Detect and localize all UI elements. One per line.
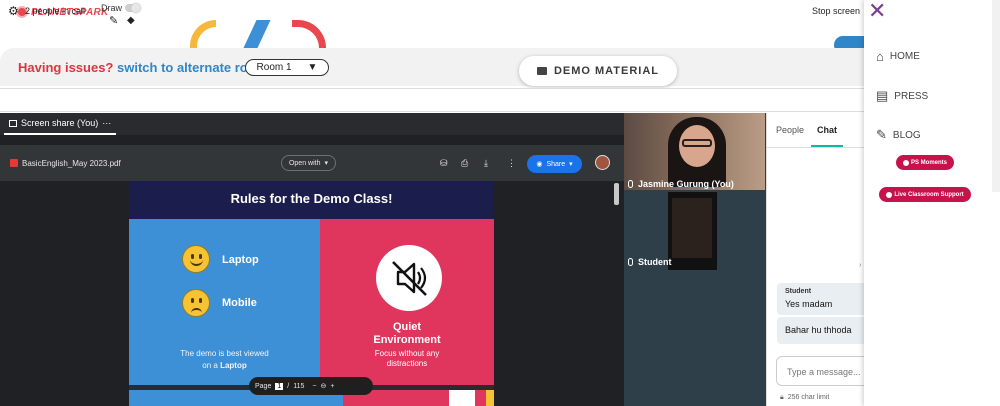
draw-label: Draw — [101, 3, 123, 13]
tab-people[interactable]: People — [776, 125, 804, 135]
open-with-caret-icon: ▾ — [324, 160, 329, 167]
chat-message-sender: Student — [785, 288, 812, 295]
page-label: Page — [255, 382, 272, 390]
ps-moments-button[interactable]: PS Moments — [896, 155, 954, 170]
lock-icon: 🔒︎ — [780, 394, 784, 401]
nav-item-label: PRESS — [894, 90, 929, 102]
zoom-in-button[interactable]: + — [330, 383, 334, 390]
total-pages: 115 — [293, 382, 305, 390]
chat-message-text: Bahar hu thhoda — [785, 325, 852, 335]
ps-moments-label: PS Moments — [910, 159, 947, 166]
share-caret-icon: ▾ — [569, 161, 573, 168]
tab-chat[interactable]: Chat — [817, 125, 837, 135]
student-video-frame — [672, 198, 712, 258]
demo-note-line1: The demo is best viewed — [180, 349, 269, 358]
participant-name-student: Student — [628, 257, 672, 267]
char-limit: 🔒︎ 256 char limit — [780, 394, 829, 402]
more-vert-icon[interactable]: ⋮ — [507, 158, 516, 169]
quiet-note: Focus without any distractions — [320, 349, 494, 369]
side-menu-strip — [992, 0, 1000, 192]
next-slide-white — [449, 390, 475, 406]
room-select-value: Room 1 — [256, 62, 292, 73]
demo-material-button[interactable]: DEMO MATERIAL — [519, 56, 677, 86]
add-to-drive-icon[interactable]: ⛁ — [440, 158, 448, 169]
account-avatar[interactable] — [595, 155, 610, 170]
globe-icon: ◉ — [536, 161, 543, 168]
draw-toggle[interactable] — [125, 3, 141, 13]
chat-message-input[interactable]: Type a message... — [776, 356, 866, 386]
char-limit-label: 256 char limit — [787, 394, 830, 401]
zoom-icon[interactable]: ⊖ — [320, 382, 326, 390]
glasses — [682, 139, 712, 147]
live-classroom-support-button[interactable]: Live Classroom Support — [879, 187, 971, 202]
sad-face-icon — [182, 289, 210, 317]
gear-icon[interactable]: ⚙ — [8, 4, 19, 18]
mic-icon — [628, 258, 633, 266]
open-with-label: Open with — [288, 159, 321, 167]
nav-item-label: HOME — [889, 51, 920, 62]
live-classroom-support-label: Live Classroom Support — [894, 191, 964, 198]
mic-icon — [628, 180, 633, 188]
happy-face-icon — [182, 245, 210, 273]
page-navigation-bar: Page 1 / 115 − ⊖ + — [249, 377, 373, 395]
demo-note-prefix: on a — [202, 361, 218, 370]
call-header — [0, 88, 866, 112]
next-slide-yellow — [486, 390, 494, 406]
quiet-line1: Quiet — [392, 321, 422, 333]
room-select[interactable]: Room 1 ▼ — [245, 59, 329, 76]
nav-item-press[interactable]: ▤ PRESS — [876, 88, 928, 104]
people-count: 2 people in call — [25, 6, 86, 16]
pencil-tool-icon[interactable]: ✎ — [109, 14, 118, 27]
pdf-file-icon — [10, 159, 18, 167]
eraser-tool-icon[interactable]: ◆ — [127, 15, 135, 26]
stop-screen-button[interactable]: Stop screen — [812, 6, 860, 16]
folder-icon — [536, 67, 547, 75]
nav-item-home[interactable]: ⌂ HOME — [876, 49, 920, 64]
slide-title: Rules for the Demo Class! — [230, 191, 393, 206]
nav-item-label: BLOG — [892, 129, 921, 141]
dropdown-arrow-icon: ▼ — [307, 62, 318, 73]
home-icon: ⌂ — [876, 49, 884, 64]
nav-item-blog[interactable]: ✎ BLOG — [876, 127, 921, 143]
issues-prefix: Having issues? — [18, 60, 114, 75]
participant-name-teacher: Jasmine Gurung (You) — [628, 179, 734, 189]
close-icon[interactable]: ✕ — [868, 0, 886, 22]
more-options-icon[interactable]: ··· — [102, 118, 111, 128]
screen-share-tab[interactable]: Screen share (You) ··· — [9, 118, 111, 128]
open-with-button[interactable]: Open with ▾ — [281, 155, 336, 171]
quiet-note-line2: distractions — [386, 359, 428, 368]
laptop-label: Laptop — [222, 254, 259, 266]
mobile-label: Mobile — [222, 297, 257, 309]
print-icon[interactable]: ⎙ — [461, 158, 468, 169]
quiet-note-line1: Focus without any — [374, 349, 440, 358]
newspaper-icon: ▤ — [876, 88, 889, 103]
mute-speaker-icon — [376, 245, 442, 311]
pdf-file-name: BasicEnglish_May 2023.pdf — [22, 159, 121, 168]
share-button[interactable]: ◉ Share ▾ — [527, 155, 582, 173]
tab-underline — [4, 133, 116, 135]
participant-name-label: Jasmine Gurung (You) — [638, 179, 734, 189]
play-icon — [886, 191, 893, 198]
scroll-caret-icon: › — [859, 262, 862, 269]
current-page-input[interactable]: 1 — [275, 382, 284, 390]
chat-message-text: Yes madam — [785, 299, 833, 309]
screen-share-tab-label: Screen share (You) — [21, 118, 99, 128]
demo-note-line2: on a Laptop — [129, 361, 320, 370]
quiet-environment-heading: Quiet Environment — [320, 321, 494, 347]
download-icon[interactable]: ⤓ — [484, 158, 488, 169]
participant-name-label: Student — [638, 257, 672, 267]
quiet-line2: Environment — [373, 334, 441, 346]
demo-material-label: DEMO MATERIAL — [553, 65, 660, 77]
screen-icon — [9, 119, 17, 127]
demo-note-bold: Laptop — [220, 361, 247, 370]
chat-divider — [766, 147, 866, 148]
share-button-label: Share — [546, 160, 566, 168]
toggle-knob — [131, 3, 141, 13]
pdf-scrollbar[interactable] — [614, 183, 619, 205]
issues-message: Having issues? switch to alternate room — [18, 60, 267, 75]
zoom-out-button[interactable]: − — [312, 383, 316, 390]
page-separator: / — [287, 382, 290, 390]
pencil-icon: ✎ — [876, 127, 887, 142]
play-icon — [902, 159, 909, 166]
